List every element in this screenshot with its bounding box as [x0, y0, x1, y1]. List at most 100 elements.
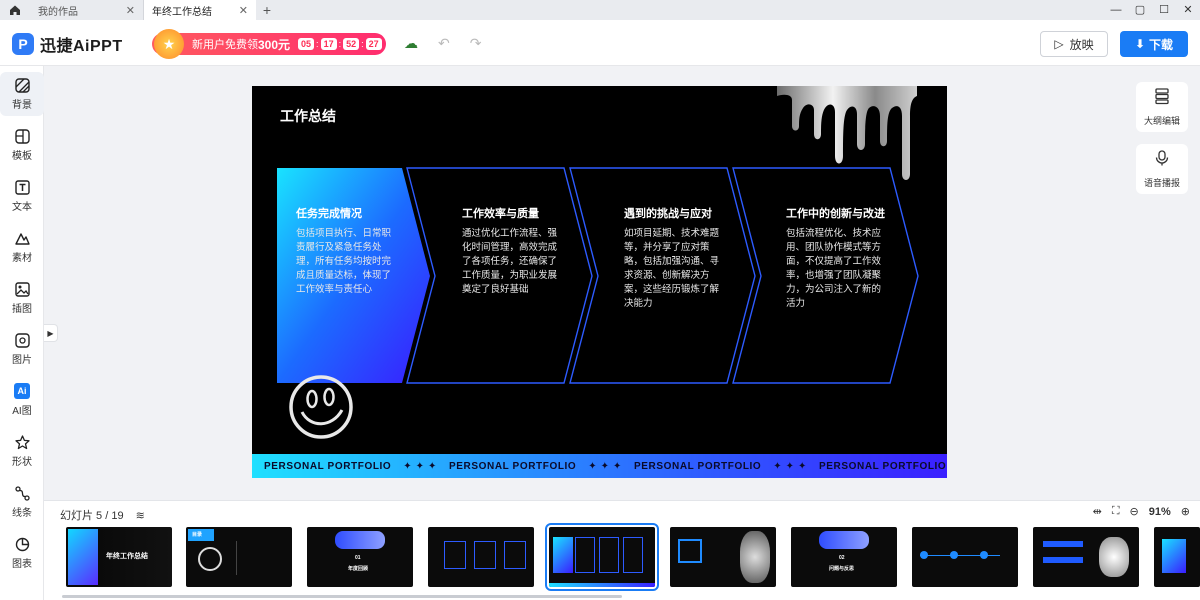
timer-seconds: 27 — [365, 38, 382, 50]
cloud-sync-icon[interactable]: ☁ — [404, 35, 418, 52]
timer-hours: 17 — [320, 38, 337, 50]
promo-banner[interactable]: ★ 新用户免费领 300元 05: 17: 52: 27 — [152, 29, 386, 59]
close-icon[interactable]: ✕ — [126, 4, 135, 17]
sidebar-item-ai-image[interactable]: Ai AI图 — [0, 378, 44, 422]
text-icon — [14, 179, 30, 195]
material-icon — [14, 230, 30, 246]
filmstrip-scrollbar[interactable] — [62, 595, 622, 598]
slide-thumb-4[interactable] — [428, 527, 534, 587]
thumb-title: 问题与反思 — [829, 566, 855, 572]
slide-thumb-6[interactable] — [670, 527, 776, 587]
play-icon: ▷ — [1054, 37, 1064, 51]
template-icon — [14, 128, 30, 144]
promo-text: 新用户免费领 — [192, 39, 258, 51]
voice-broadcast-button[interactable]: 语音播报 — [1136, 144, 1188, 194]
slide-counter: 幻灯片 5 / 19 ≋ — [60, 507, 145, 523]
sidebar-item-line[interactable]: 线条 — [0, 480, 44, 524]
slide-thumb-10[interactable] — [1154, 527, 1200, 587]
image-icon — [14, 332, 30, 348]
app-logo: P 迅捷AiPPT — [12, 32, 123, 56]
sidebar-item-text[interactable]: 文本 — [0, 174, 44, 218]
slide-thumb-1[interactable]: 年终工作总结 — [66, 527, 172, 587]
header-tools: ☁ ↶ ↷ — [404, 35, 481, 52]
undo-icon[interactable]: ↶ — [438, 35, 450, 52]
ai-image-icon: Ai — [14, 383, 30, 399]
tab-bar: 我的作品 ✕ 年终工作总结 ✕ + — ▢ ☐ ✕ — [0, 0, 1200, 20]
home-icon[interactable] — [0, 0, 30, 20]
timer-days: 05 — [298, 38, 315, 50]
shape-icon — [14, 434, 30, 450]
timer-minutes: 52 — [343, 38, 360, 50]
fit-width-icon[interactable]: ⇹ — [1093, 505, 1102, 518]
thumb-number: 01 — [355, 555, 361, 561]
slide-thumb-9[interactable] — [1033, 527, 1139, 587]
sidebar-item-label: 形状 — [12, 457, 32, 468]
star-icon: ✦ ✦ ✦ — [773, 460, 807, 472]
thumb-title: 年终工作总结 — [106, 553, 148, 560]
maximize-button[interactable]: ☐ — [1152, 0, 1176, 20]
download-button[interactable]: ⬇ 下载 — [1120, 31, 1188, 57]
tab-label: 年终工作总结 — [152, 6, 212, 18]
card-body: 通过优化工作流程、强化时间管理，高效完成了各项任务，还确保了工作质量，为职业发展… — [462, 228, 558, 295]
logo-mark-icon: P — [12, 33, 34, 55]
sidebar-item-chart[interactable]: 图表 — [0, 531, 44, 575]
sidebar-item-label: AI图 — [12, 406, 32, 417]
slide-thumb-8[interactable] — [912, 527, 1018, 587]
outline-edit-button[interactable]: 大纲编辑 — [1136, 82, 1188, 132]
sidebar-item-image[interactable]: 图片 — [0, 327, 44, 371]
download-label: 下载 — [1149, 37, 1174, 52]
card-challenges[interactable]: 遇到的挑战与应对 如项目延期、技术难题等，并分享了应对策略，包括加强沟通、寻求资… — [624, 208, 724, 311]
outline-icon — [1153, 87, 1171, 110]
app-name: 迅捷AiPPT — [40, 38, 123, 55]
tab-annual-summary[interactable]: 年终工作总结 ✕ — [144, 0, 256, 20]
slide-thumb-5-current[interactable] — [545, 523, 659, 591]
slide-counter-text: 幻灯片 5 / 19 — [60, 510, 124, 522]
card-innovation[interactable]: 工作中的创新与改进 包括流程优化、技术应用、团队协作模式等方面，不仅提高了工作效… — [786, 208, 886, 311]
slide-canvas[interactable]: 工作总结 任务完成情况 包括项目执行、日常职责履行及紧急任务处理，所有任务均按时… — [252, 86, 947, 478]
background-icon — [14, 77, 30, 93]
slide-thumb-3[interactable]: 01 年度回顾 — [307, 527, 413, 587]
sidebar-item-material[interactable]: 素材 — [0, 225, 44, 269]
close-icon[interactable]: ✕ — [239, 4, 248, 17]
zoom-level: 91% — [1148, 505, 1171, 518]
zoom-out-icon[interactable]: ⊖ — [1130, 505, 1139, 518]
play-button[interactable]: ▷ 放映 — [1040, 31, 1108, 57]
sidebar-item-shape[interactable]: 形状 — [0, 429, 44, 473]
sidebar-item-template[interactable]: 模板 — [0, 123, 44, 167]
tab-my-works[interactable]: 我的作品 ✕ — [30, 0, 144, 20]
sidebar-item-illustration[interactable]: 插图 — [0, 276, 44, 320]
card-title: 遇到的挑战与应对 — [624, 208, 712, 220]
redo-icon[interactable]: ↷ — [470, 35, 482, 52]
zoom-controls: ⇹ ⛶ ⊖ 91% ⊕ — [1093, 505, 1190, 518]
minimize-button[interactable]: — — [1104, 0, 1128, 20]
footer-text: PERSONAL PORTFOLIO — [264, 460, 392, 472]
fit-screen-icon[interactable]: ⛶ — [1112, 505, 1120, 518]
card-efficiency-quality[interactable]: 工作效率与质量 通过优化工作流程、强化时间管理，高效完成了各项任务，还确保了工作… — [462, 208, 562, 297]
restore-button[interactable]: ▢ — [1128, 0, 1152, 20]
voice-broadcast-label: 语音播报 — [1143, 178, 1180, 188]
zoom-in-icon[interactable]: ⊕ — [1181, 505, 1190, 518]
slide-thumb-7[interactable]: 02 问题与反思 — [791, 527, 897, 587]
slide-footer-banner: PERSONAL PORTFOLIO ✦ ✦ ✦ PERSONAL PORTFO… — [252, 454, 947, 478]
microphone-icon — [1153, 149, 1171, 172]
card-task-completion[interactable]: 任务完成情况 包括项目执行、日常职责履行及紧急任务处理，所有任务均按时完成且质量… — [296, 208, 396, 297]
sidebar-item-label: 模板 — [12, 151, 32, 162]
footer-text: PERSONAL PORTFOLIO — [449, 460, 577, 472]
sidebar-item-label: 插图 — [12, 304, 32, 315]
footer-text: PERSONAL PORTFOLIO — [634, 460, 762, 472]
close-window-button[interactable]: ✕ — [1176, 0, 1200, 20]
sidebar-item-label: 图片 — [12, 355, 32, 366]
star-icon: ✦ ✦ ✦ — [588, 460, 622, 472]
chevron-right-icon: ▶ — [47, 328, 54, 338]
new-tab-button[interactable]: + — [256, 0, 278, 20]
slide-thumb-2[interactable]: 目录 — [186, 527, 292, 587]
slide-filmstrip: 幻灯片 5 / 19 ≋ ⇹ ⛶ ⊖ 91% ⊕ 年终工作总结 目录 01 年度… — [44, 500, 1200, 600]
sidebar-item-label: 素材 — [12, 253, 32, 264]
tab-label: 我的作品 — [38, 6, 78, 18]
layers-icon[interactable]: ≋ — [136, 509, 145, 522]
left-sidebar: 背景 模板 文本 素材 插图 图片 Ai AI图 形状 线条 图表 — [0, 66, 44, 600]
sidebar-item-background[interactable]: 背景 — [0, 72, 44, 116]
card-body: 包括项目执行、日常职责履行及紧急任务处理，所有任务均按时完成且质量达标，体现了工… — [296, 228, 392, 295]
expand-panel-toggle[interactable]: ▶ — [44, 324, 58, 342]
chart-icon — [14, 536, 30, 552]
